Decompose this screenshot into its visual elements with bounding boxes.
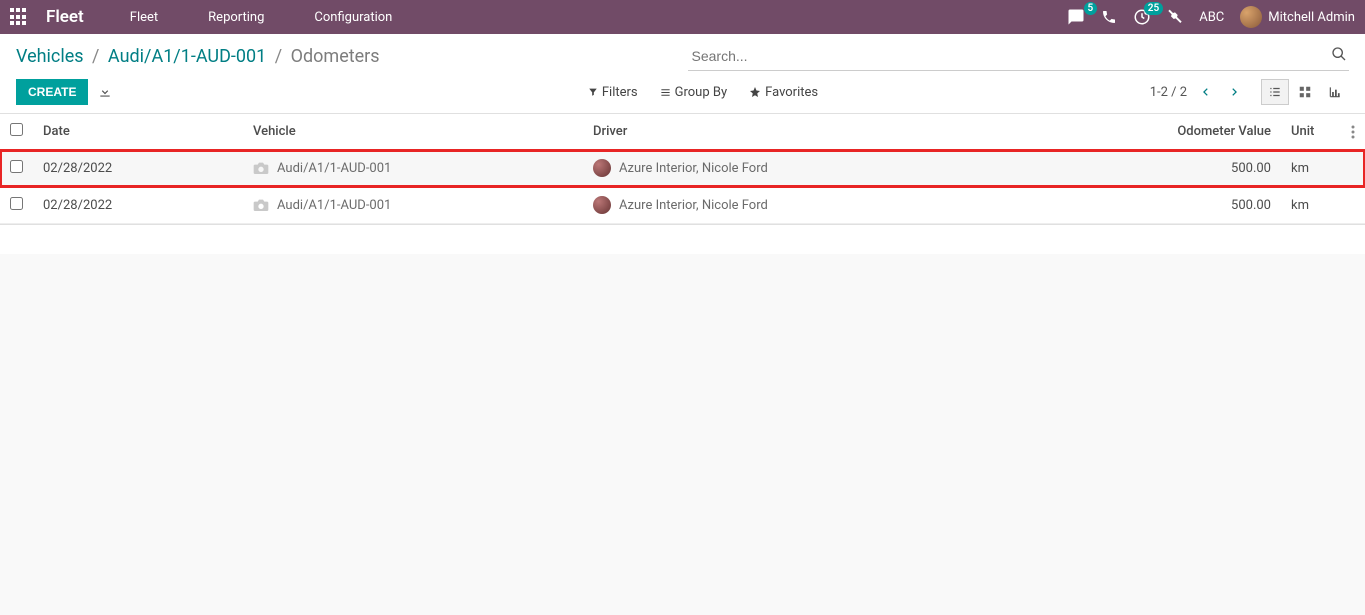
breadcrumb-sep: /	[92, 46, 99, 67]
phone-icon[interactable]	[1101, 9, 1117, 25]
table-row[interactable]: 02/28/2022 Audi/A1/1-AUD-001 Azure Inter…	[0, 150, 1365, 187]
funnel-icon	[588, 87, 598, 97]
user-name: Mitchell Admin	[1268, 10, 1355, 25]
breadcrumb-sep: /	[275, 46, 282, 67]
camera-icon	[253, 198, 269, 212]
data-table: Date Vehicle Driver Odometer Value Unit …	[0, 114, 1365, 254]
breadcrumb-vehicles[interactable]: Vehicles	[16, 46, 84, 67]
top-navbar: Fleet Fleet Reporting Configuration 5 25…	[0, 0, 1365, 34]
app-brand[interactable]: Fleet	[46, 7, 84, 27]
list-icon	[660, 87, 671, 98]
row-checkbox[interactable]	[10, 197, 23, 210]
user-menu[interactable]: Mitchell Admin	[1240, 6, 1355, 28]
select-all-checkbox[interactable]	[10, 123, 23, 136]
breadcrumb-vehicle[interactable]: Audi/A1/1-AUD-001	[108, 46, 266, 67]
driver-label: Azure Interior, Nicole Ford	[619, 161, 768, 176]
driver-avatar-icon	[593, 196, 611, 214]
cp-top: Vehicles / Audi/A1/1-AUD-001 / Odometers	[0, 34, 1365, 71]
table-header-row: Date Vehicle Driver Odometer Value Unit	[0, 114, 1365, 150]
search-input[interactable]	[688, 42, 1350, 71]
cp-center: Filters Group By Favorites	[578, 85, 1150, 100]
cell-date: 02/28/2022	[33, 187, 243, 224]
chat-icon[interactable]: 5	[1067, 8, 1085, 26]
cell-vehicle: Audi/A1/1-AUD-001	[253, 161, 573, 176]
table-row[interactable]: 02/28/2022 Audi/A1/1-AUD-001 Azure Inter…	[0, 187, 1365, 224]
cell-value: 500.00	[1141, 187, 1281, 224]
graph-view-icon	[1328, 85, 1342, 99]
company-selector[interactable]: ABC	[1199, 10, 1224, 25]
nav-link-configuration[interactable]: Configuration	[310, 10, 396, 25]
nav-link-fleet[interactable]: Fleet	[126, 10, 162, 25]
cell-date: 02/28/2022	[33, 150, 243, 187]
pager-prev-icon[interactable]	[1197, 81, 1215, 103]
col-vehicle[interactable]: Vehicle	[243, 114, 583, 150]
camera-icon	[253, 161, 269, 175]
row-checkbox[interactable]	[10, 160, 23, 173]
groupby-label: Group By	[675, 85, 728, 100]
create-button[interactable]: CREATE	[16, 79, 88, 105]
nav-link-reporting[interactable]: Reporting	[204, 10, 268, 25]
col-date[interactable]: Date	[33, 114, 243, 150]
groupby-button[interactable]: Group By	[660, 85, 728, 100]
clock-badge: 25	[1144, 2, 1163, 15]
cell-unit: km	[1281, 150, 1341, 187]
graph-view-button[interactable]	[1321, 79, 1349, 105]
kanban-view-icon	[1298, 85, 1312, 99]
col-driver[interactable]: Driver	[583, 114, 1141, 150]
navbar-left: Fleet Fleet Reporting Configuration	[10, 7, 1067, 27]
cp-right: 1-2 / 2	[1150, 79, 1349, 105]
cell-driver: Azure Interior, Nicole Ford	[593, 196, 1131, 214]
list-view-button[interactable]	[1261, 79, 1289, 105]
apps-icon[interactable]	[10, 8, 28, 26]
clock-icon[interactable]: 25	[1133, 8, 1151, 26]
download-icon[interactable]	[98, 85, 112, 99]
star-icon	[749, 86, 761, 98]
driver-avatar-icon	[593, 159, 611, 177]
col-value[interactable]: Odometer Value	[1141, 114, 1281, 150]
user-avatar-icon	[1240, 6, 1262, 28]
cp-bottom: CREATE Filters Group By Favorites 1-2 / …	[0, 71, 1365, 113]
cp-left: CREATE	[16, 79, 578, 105]
filters-button[interactable]: Filters	[588, 85, 638, 100]
cell-vehicle: Audi/A1/1-AUD-001	[253, 198, 573, 213]
cell-unit: km	[1281, 187, 1341, 224]
vehicle-label: Audi/A1/1-AUD-001	[277, 198, 391, 213]
tools-icon[interactable]	[1167, 9, 1183, 25]
pager: 1-2 / 2	[1150, 81, 1243, 103]
search-icon[interactable]	[1331, 46, 1347, 62]
chat-badge: 5	[1084, 2, 1098, 15]
col-menu-icon[interactable]	[1341, 114, 1365, 150]
navbar-right: 5 25 ABC Mitchell Admin	[1067, 6, 1355, 28]
breadcrumb: Vehicles / Audi/A1/1-AUD-001 / Odometers	[16, 46, 678, 67]
driver-label: Azure Interior, Nicole Ford	[619, 198, 768, 213]
col-unit[interactable]: Unit	[1281, 114, 1341, 150]
favorites-button[interactable]: Favorites	[749, 85, 818, 100]
cell-value: 500.00	[1141, 150, 1281, 187]
breadcrumb-current: Odometers	[291, 46, 380, 67]
view-switcher	[1261, 79, 1349, 105]
filters-label: Filters	[602, 85, 638, 100]
table-footer	[0, 224, 1365, 254]
control-panel: Vehicles / Audi/A1/1-AUD-001 / Odometers…	[0, 34, 1365, 114]
search-box	[688, 42, 1350, 71]
favorites-label: Favorites	[765, 85, 818, 100]
kanban-view-button[interactable]	[1291, 79, 1319, 105]
cell-driver: Azure Interior, Nicole Ford	[593, 159, 1131, 177]
vehicle-label: Audi/A1/1-AUD-001	[277, 161, 391, 176]
list-view-icon	[1268, 85, 1282, 99]
company-label: ABC	[1199, 10, 1224, 25]
pager-range: 1-2 / 2	[1150, 85, 1187, 100]
pager-next-icon[interactable]	[1225, 81, 1243, 103]
